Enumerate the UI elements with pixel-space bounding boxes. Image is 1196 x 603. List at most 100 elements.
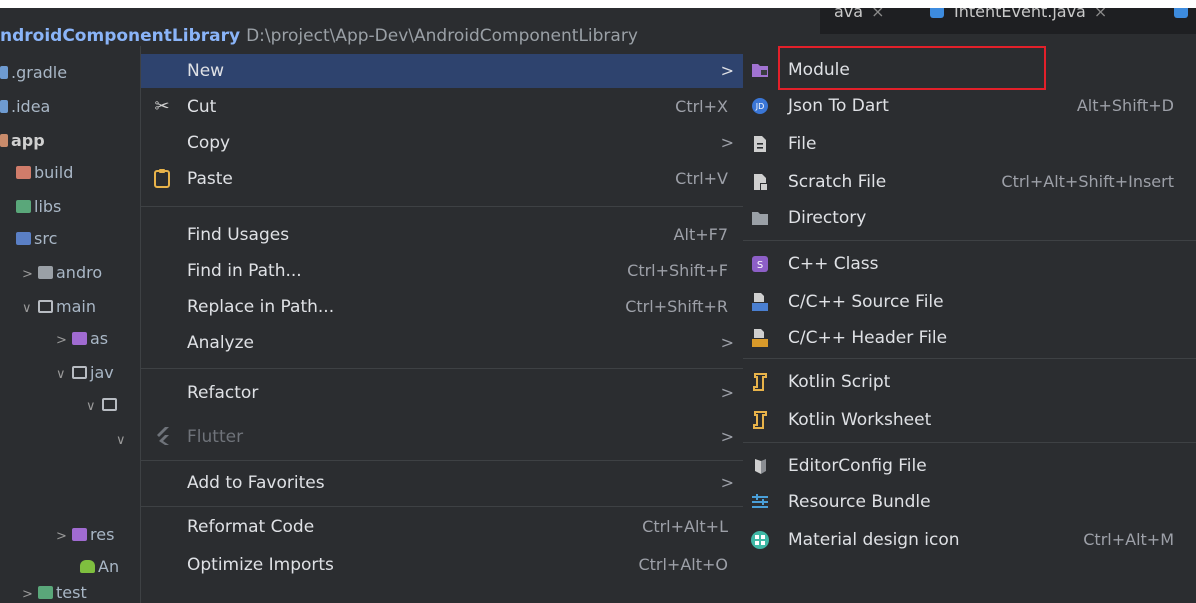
menu-shortcut: Ctrl+Alt+L bbox=[642, 517, 728, 536]
menu-item-reformat-code[interactable]: Reformat Code Ctrl+Alt+L bbox=[141, 510, 744, 544]
tree-item-res[interactable]: > res bbox=[56, 522, 114, 548]
idea-folder-icon bbox=[0, 100, 8, 113]
cpp-class-icon: S bbox=[749, 253, 771, 275]
submenu-item-label: C/C++ Source File bbox=[788, 292, 944, 312]
res-folder-icon bbox=[72, 528, 87, 541]
chevron-down-icon[interactable]: ∨ bbox=[116, 428, 132, 454]
project-path: D:\project\App-Dev\AndroidComponentLibra… bbox=[246, 26, 638, 46]
folder-icon bbox=[72, 366, 87, 379]
editor-tab[interactable] bbox=[1174, 8, 1196, 21]
submenu-item-label: File bbox=[788, 134, 817, 154]
menu-separator bbox=[743, 240, 1196, 241]
tab-label: IntentEvent.java bbox=[954, 8, 1086, 21]
menu-shortcut: Ctrl+X bbox=[675, 97, 728, 116]
menu-item-copy[interactable]: Copy > bbox=[141, 126, 744, 160]
menu-item-paste[interactable]: Paste Ctrl+V bbox=[141, 162, 744, 196]
editor-tab[interactable]: IntentEvent.java × bbox=[930, 8, 1107, 21]
editor-tab[interactable]: ava × bbox=[834, 8, 884, 21]
tree-item-android[interactable]: > andro bbox=[22, 260, 102, 286]
project-name: ndroidComponentLibrary bbox=[0, 26, 241, 46]
menu-shortcut: Ctrl+Shift+R bbox=[625, 297, 728, 316]
context-menu: New > ✂ Cut Ctrl+X Copy > Paste Ctrl+V F… bbox=[140, 46, 745, 603]
kotlin-worksheet-icon bbox=[749, 409, 771, 431]
chevron-down-icon[interactable]: ∨ bbox=[86, 394, 102, 420]
submenu-item-cpp-header[interactable]: C/C++ Header File bbox=[743, 320, 1196, 356]
submenu-item-cpp-class[interactable]: S C++ Class bbox=[743, 246, 1196, 282]
submenu-item-material-design-icon[interactable]: Material design icon Ctrl+Alt+M bbox=[743, 522, 1196, 558]
tree-item-label: build bbox=[34, 163, 74, 182]
chevron-right-icon[interactable]: > bbox=[22, 582, 38, 603]
chevron-right-icon[interactable]: > bbox=[56, 524, 72, 550]
source-folder-icon bbox=[16, 232, 31, 245]
menu-separator bbox=[141, 206, 744, 207]
menu-item-label: Refactor bbox=[187, 383, 259, 403]
chevron-right-icon[interactable]: > bbox=[22, 262, 38, 288]
tree-item-label: test bbox=[56, 583, 87, 602]
submenu-item-resource-bundle[interactable]: Resource Bundle bbox=[743, 484, 1196, 520]
tree-item-manifest[interactable]: An bbox=[80, 554, 119, 580]
tree-item-label: as bbox=[90, 329, 109, 348]
java-file-icon bbox=[1174, 8, 1188, 18]
tab-close-icon[interactable]: × bbox=[1094, 8, 1107, 21]
menu-item-label: Copy bbox=[187, 133, 231, 153]
cut-icon: ✂ bbox=[154, 96, 170, 117]
tree-item-assets[interactable]: > as bbox=[56, 326, 108, 352]
gradle-folder-icon bbox=[0, 66, 8, 79]
tree-item-label: res bbox=[90, 525, 115, 544]
submenu-item-kotlin-script[interactable]: Kotlin Script bbox=[743, 364, 1196, 400]
menu-item-find-usages[interactable]: Find Usages Alt+F7 bbox=[141, 218, 744, 252]
file-icon bbox=[749, 133, 771, 155]
kotlin-script-icon bbox=[749, 371, 771, 393]
new-submenu: Module JD Json To Dart Alt+Shift+D File … bbox=[743, 46, 1196, 603]
tree-item-test[interactable]: > test bbox=[22, 580, 87, 603]
tree-item-app[interactable]: app bbox=[0, 128, 45, 154]
submenu-item-kotlin-worksheet[interactable]: Kotlin Worksheet bbox=[743, 402, 1196, 438]
chevron-down-icon[interactable]: ∨ bbox=[22, 296, 38, 322]
menu-item-find-in-path[interactable]: Find in Path... Ctrl+Shift+F bbox=[141, 254, 744, 288]
tree-item-libs[interactable]: libs bbox=[16, 194, 61, 220]
submenu-item-label: Kotlin Worksheet bbox=[788, 410, 932, 430]
directory-icon bbox=[749, 207, 771, 229]
tree-item-label: jav bbox=[90, 363, 114, 382]
menu-item-add-to-favorites[interactable]: Add to Favorites > bbox=[141, 466, 744, 500]
assets-folder-icon bbox=[72, 332, 87, 345]
submenu-item-file[interactable]: File bbox=[743, 126, 1196, 162]
menu-separator bbox=[743, 358, 1196, 359]
tree-item-package[interactable]: ∨ bbox=[86, 392, 120, 418]
tree-item-label: .gradle bbox=[11, 63, 68, 82]
menu-item-optimize-imports[interactable]: Optimize Imports Ctrl+Alt+O bbox=[141, 548, 744, 582]
tab-close-icon[interactable]: × bbox=[871, 8, 884, 21]
tree-item-java[interactable]: ∨ jav bbox=[56, 360, 114, 386]
menu-item-new[interactable]: New > bbox=[141, 54, 744, 88]
submenu-item-cpp-source[interactable]: C/C++ Source File bbox=[743, 284, 1196, 320]
submenu-item-directory[interactable]: Directory bbox=[743, 200, 1196, 236]
submenu-item-label: Scratch File bbox=[788, 172, 887, 192]
chevron-down-icon[interactable]: ∨ bbox=[56, 362, 72, 388]
tree-item-gradle[interactable]: .gradle bbox=[0, 60, 67, 86]
submenu-item-scratch-file[interactable]: Scratch File Ctrl+Alt+Shift+Insert bbox=[743, 164, 1196, 200]
paste-icon bbox=[151, 168, 173, 190]
chevron-right-icon[interactable]: > bbox=[56, 328, 72, 354]
tree-item-label: main bbox=[56, 297, 96, 316]
menu-item-refactor[interactable]: Refactor > bbox=[141, 376, 744, 410]
android-icon bbox=[80, 560, 95, 573]
submenu-item-editorconfig[interactable]: EditorConfig File bbox=[743, 448, 1196, 484]
menu-item-analyze[interactable]: Analyze > bbox=[141, 326, 744, 360]
tree-item-main[interactable]: ∨ main bbox=[22, 294, 96, 320]
menu-item-replace-in-path[interactable]: Replace in Path... Ctrl+Shift+R bbox=[141, 290, 744, 324]
menu-item-cut[interactable]: ✂ Cut Ctrl+X bbox=[141, 90, 744, 124]
menu-item-label: Replace in Path... bbox=[187, 297, 335, 317]
tree-item-subpackage[interactable]: ∨ bbox=[116, 426, 132, 452]
svg-text:S: S bbox=[757, 260, 763, 271]
module-folder-icon bbox=[749, 59, 771, 81]
submenu-item-label: Resource Bundle bbox=[788, 492, 931, 512]
submenu-item-label: EditorConfig File bbox=[788, 456, 927, 476]
submenu-item-json-to-dart[interactable]: JD Json To Dart Alt+Shift+D bbox=[743, 88, 1196, 124]
material-design-icon bbox=[749, 529, 771, 551]
tree-item-idea[interactable]: .idea bbox=[0, 94, 50, 120]
tree-item-src[interactable]: src bbox=[16, 226, 57, 252]
tree-item-build[interactable]: build bbox=[16, 160, 73, 186]
menu-item-label: Cut bbox=[187, 97, 217, 117]
submenu-item-label: Json To Dart bbox=[788, 96, 889, 116]
menu-shortcut: Alt+F7 bbox=[673, 225, 728, 244]
